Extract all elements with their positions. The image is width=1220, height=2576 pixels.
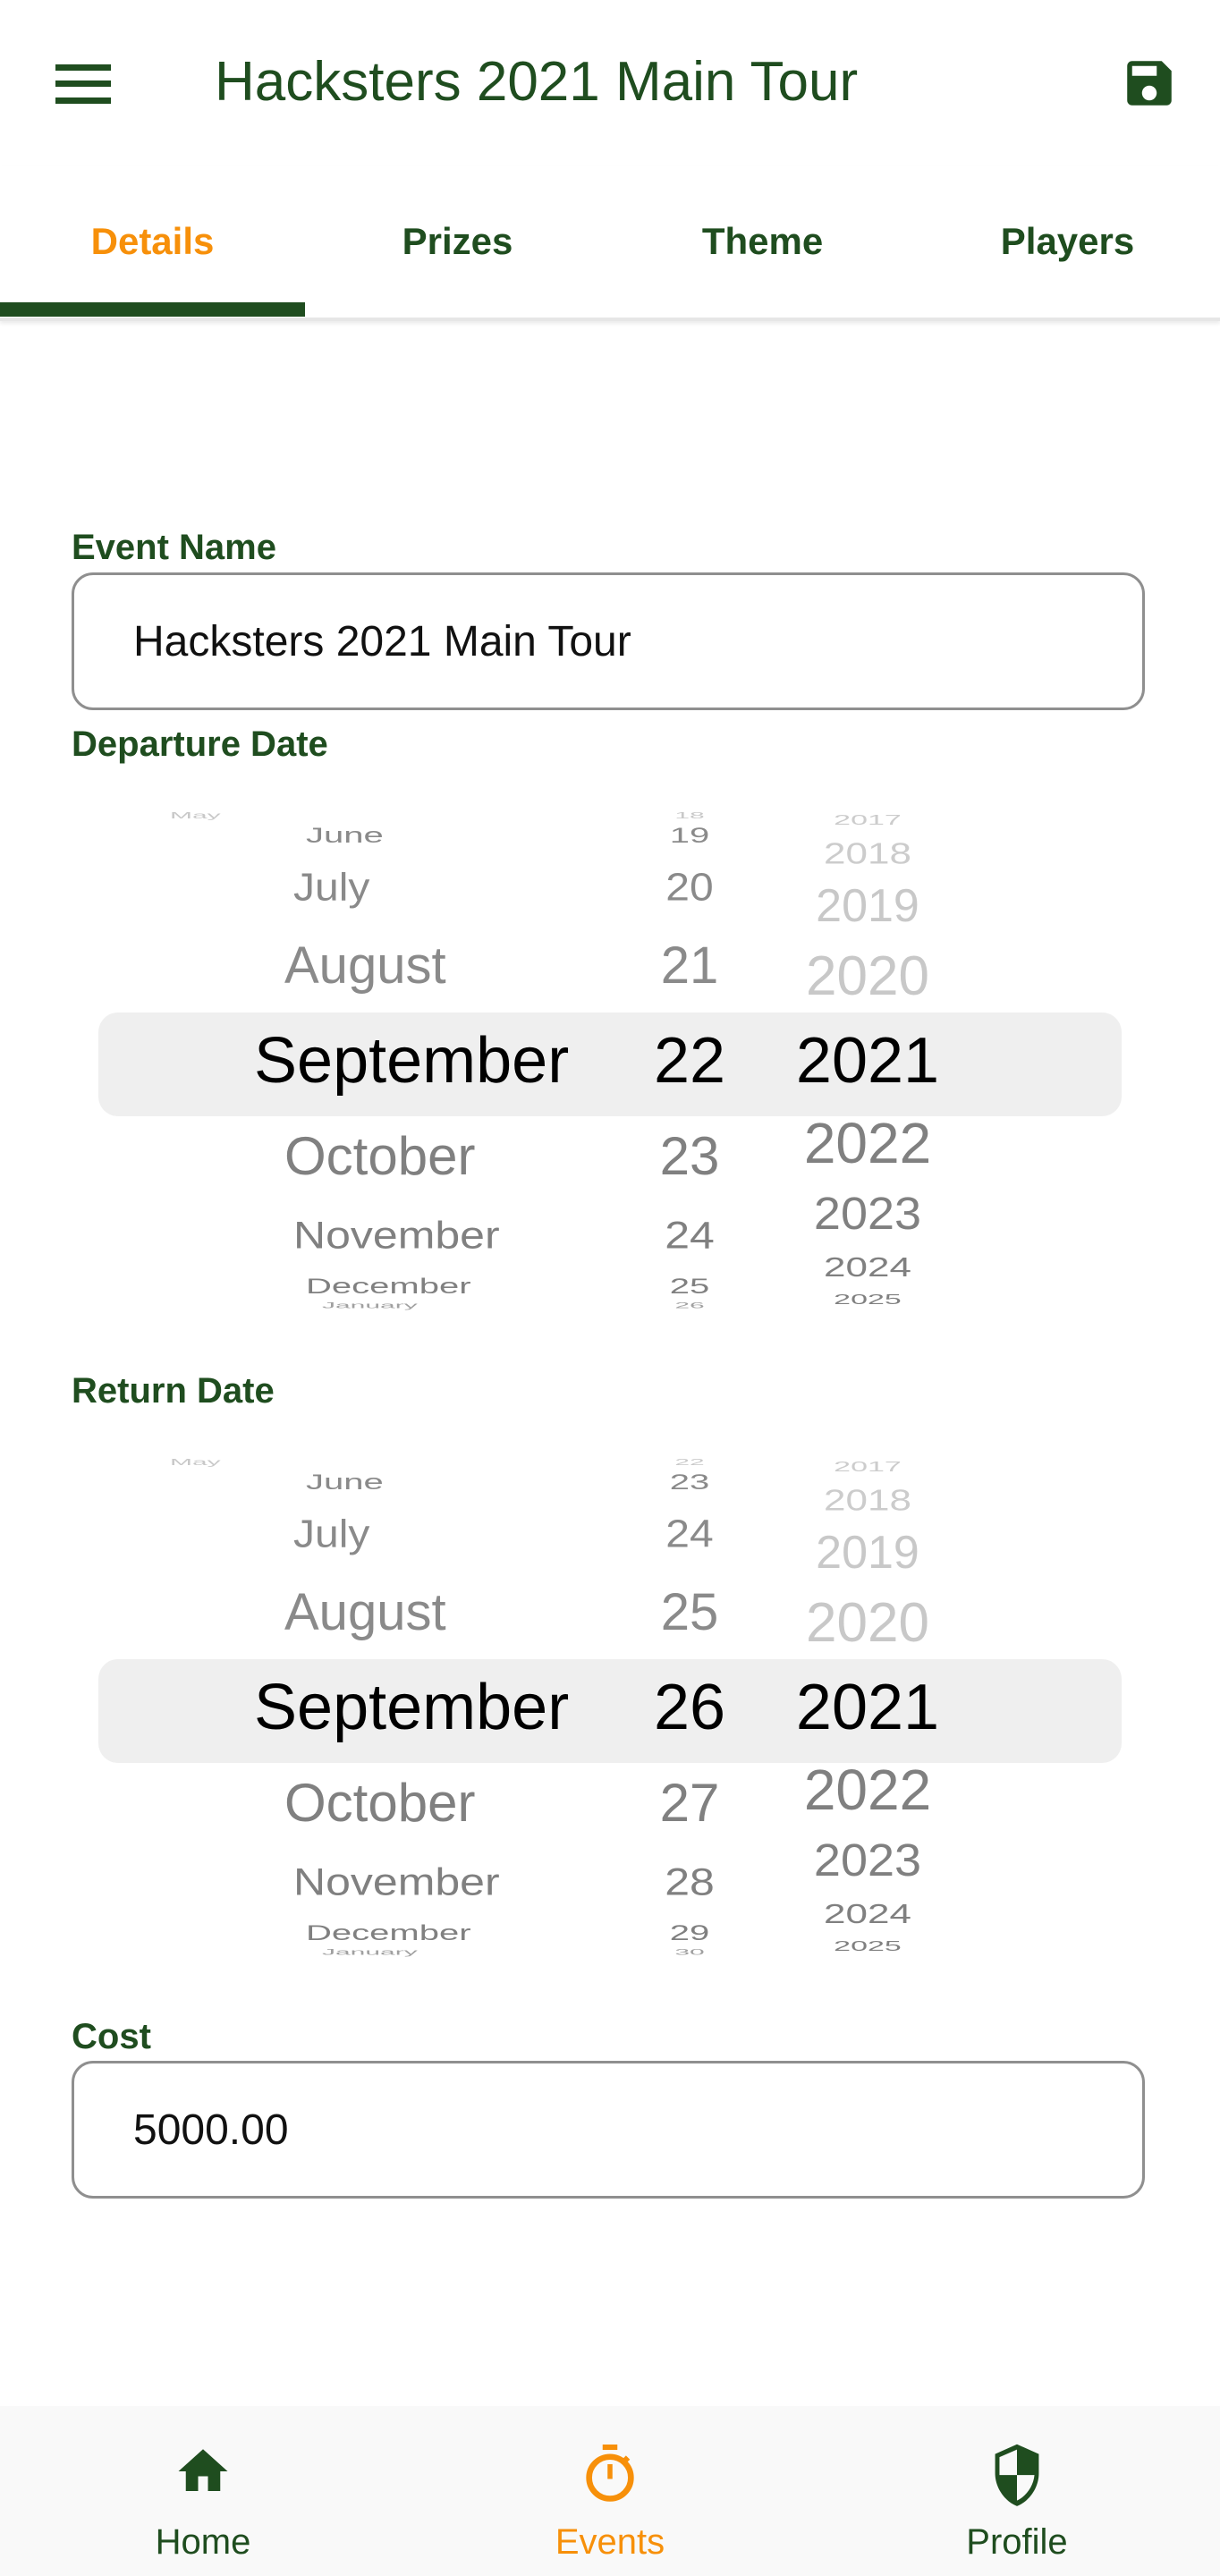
shield-icon (995, 2444, 1039, 2506)
year-option[interactable]: 2023 (599, 1837, 1136, 1883)
nav-home-label: Home (155, 2522, 251, 2562)
nav-events[interactable]: Events (407, 2406, 813, 2576)
month-option[interactable]: May (170, 1458, 221, 1468)
home-icon (178, 2449, 228, 2491)
return-date-label: Return Date (72, 1371, 275, 1411)
tab-theme[interactable]: Theme (610, 165, 915, 318)
tab-details[interactable]: Details (0, 165, 305, 318)
month-option[interactable]: July (293, 869, 369, 907)
tab-players[interactable]: Players (915, 165, 1220, 318)
year-option[interactable]: 2021 (599, 1675, 1136, 1740)
year-option[interactable]: 2018 (599, 1486, 1136, 1516)
app-bar: Hacksters 2021 Main Tour (0, 0, 1220, 165)
page-title: Hacksters 2021 Main Tour (215, 51, 859, 113)
month-option[interactable]: July (293, 1515, 369, 1554)
year-option[interactable]: 2019 (599, 883, 1136, 929)
save-icon[interactable] (1120, 54, 1179, 113)
month-option[interactable]: June (306, 825, 384, 846)
year-option[interactable]: 2017 (599, 1460, 1136, 1473)
departure-date-picker[interactable]: May June July August September October Novembe… (0, 809, 1220, 1310)
year-option[interactable]: 2020 (599, 949, 1136, 1004)
bottom-navigation: Home Events Profile (0, 2406, 1220, 2576)
tab-prizes[interactable]: Prizes (305, 165, 610, 318)
year-option[interactable]: 2022 (599, 1761, 1136, 1818)
cost-label: Cost (72, 2017, 151, 2056)
active-tab-indicator (0, 302, 305, 317)
year-option[interactable]: 2017 (599, 813, 1136, 826)
year-option[interactable]: 2022 (599, 1114, 1136, 1172)
year-option[interactable]: 2019 (599, 1530, 1136, 1576)
departure-date-label: Departure Date (72, 724, 328, 764)
hamburger-menu-icon[interactable] (55, 64, 111, 104)
nav-events-label: Events (555, 2522, 665, 2562)
event-name-label: Event Name (72, 528, 276, 567)
return-date-picker[interactable]: May June July August September October Novembe… (0, 1456, 1220, 1957)
event-name-input[interactable]: Hacksters 2021 Main Tour (72, 572, 1145, 710)
year-option[interactable]: 2025 (599, 1292, 1136, 1306)
month-option[interactable]: January (322, 1948, 418, 1957)
month-option[interactable]: May (170, 811, 221, 821)
month-option[interactable]: January (322, 1301, 418, 1310)
year-option[interactable]: 2024 (599, 1253, 1136, 1282)
nav-home[interactable]: Home (0, 2406, 406, 2576)
year-option[interactable]: 2024 (599, 1900, 1136, 1928)
year-option[interactable]: 2023 (599, 1191, 1136, 1236)
year-option[interactable]: 2020 (599, 1596, 1136, 1651)
year-option[interactable]: 2025 (599, 1939, 1136, 1953)
nav-profile-label: Profile (966, 2522, 1068, 2562)
year-option[interactable]: 2018 (599, 839, 1136, 869)
year-option[interactable]: 2021 (599, 1029, 1136, 1093)
month-option[interactable]: June (306, 1471, 384, 1493)
nav-profile[interactable]: Profile (814, 2406, 1220, 2576)
cost-input[interactable]: 5000.00 (72, 2061, 1145, 2199)
tab-bar: Details Prizes Theme Players (0, 165, 1220, 321)
stopwatch-icon (586, 2445, 634, 2502)
